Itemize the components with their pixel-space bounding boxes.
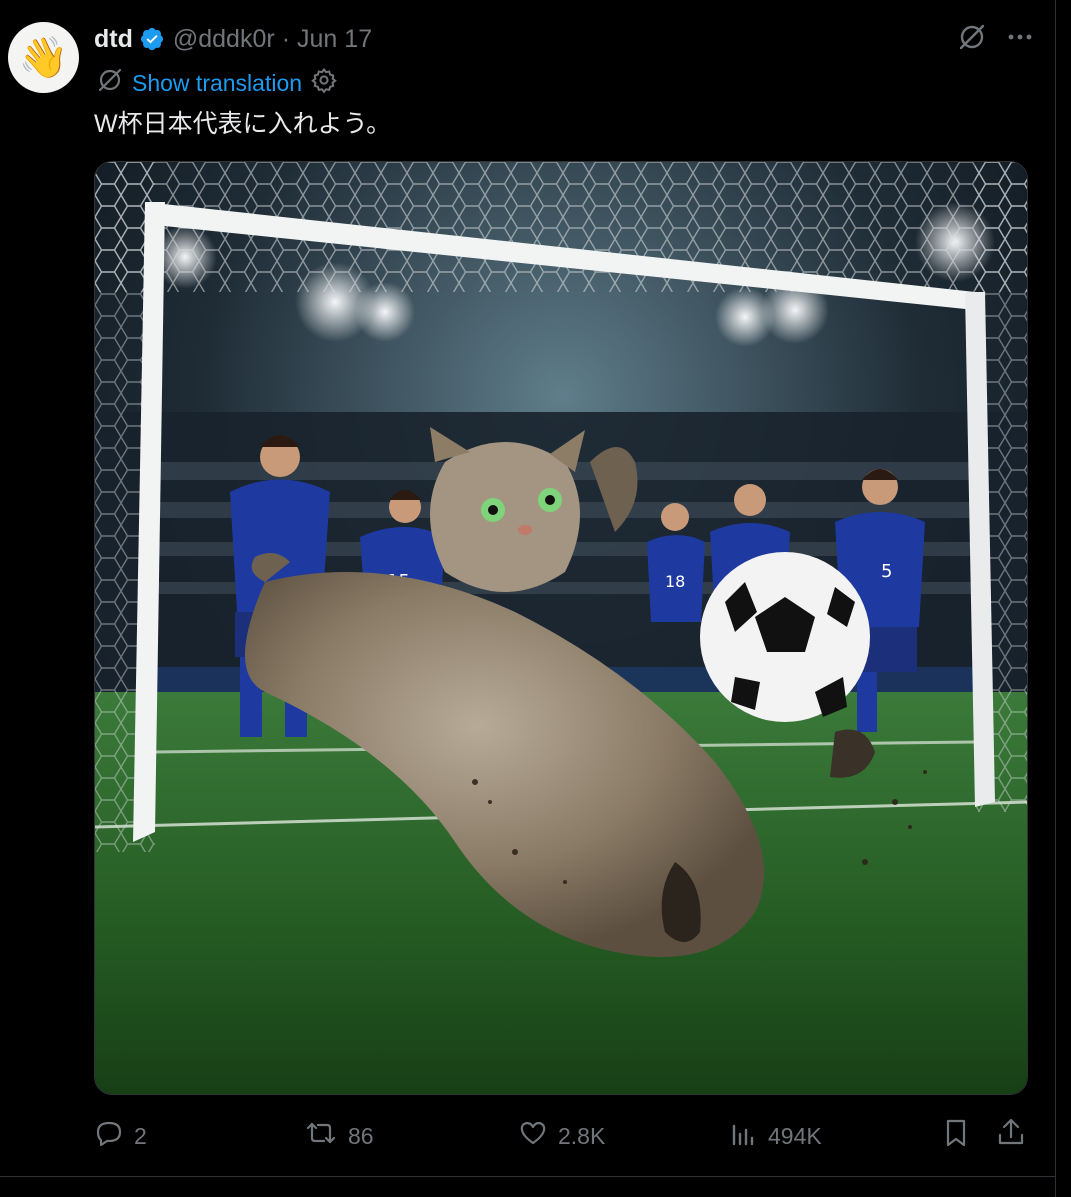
share-icon [996,1117,1026,1155]
reply-count: 2 [134,1122,147,1149]
stadium-cat-photo: 9 15 7 18 [95,162,1027,1094]
share-button[interactable] [996,1114,1026,1158]
author-handle[interactable]: @dddk0r [173,25,275,54]
bookmark-button[interactable] [942,1114,970,1158]
jersey-number: 5 [881,561,892,582]
view-count: 494K [768,1122,822,1149]
grok-icon[interactable] [957,22,987,57]
tweet: 👋 dtd @dddk0r · Jun 17 Show translation … [0,0,1056,1197]
reply-icon [94,1118,124,1154]
bookmark-icon [942,1117,970,1155]
post-image[interactable]: 9 15 7 18 [94,161,1028,1095]
views-button[interactable]: 494K [730,1114,822,1158]
translate-off-icon [96,66,124,100]
repost-icon [304,1118,338,1154]
more-options-icon[interactable] [1005,22,1035,57]
views-chart-icon [730,1118,758,1154]
action-bar: 2 86 2.8K 494K [94,1114,1028,1158]
reply-button[interactable]: 2 [94,1114,147,1158]
translation-row: Show translation [96,66,338,100]
verified-badge-icon [139,26,165,52]
author-name[interactable]: dtd [94,25,133,54]
post-date[interactable]: Jun 17 [297,25,372,54]
top-right-controls [957,22,1035,57]
heart-icon [518,1118,548,1154]
like-button[interactable]: 2.8K [518,1114,605,1158]
separator-dot: · [281,24,291,53]
gear-icon[interactable] [310,66,338,100]
jersey-number: 18 [665,572,685,591]
post-text: W杯日本代表に入れよう。 [94,110,392,138]
waving-hand-emoji: 👋 [18,35,69,80]
repost-count: 86 [348,1122,374,1149]
avatar[interactable]: 👋 [8,22,79,93]
like-count: 2.8K [558,1122,606,1149]
tweet-header: dtd @dddk0r · Jun 17 [94,22,372,56]
show-translation-link[interactable]: Show translation [132,70,302,97]
soccer-ball [700,552,870,722]
divider [0,1176,1056,1177]
repost-button[interactable]: 86 [304,1114,374,1158]
